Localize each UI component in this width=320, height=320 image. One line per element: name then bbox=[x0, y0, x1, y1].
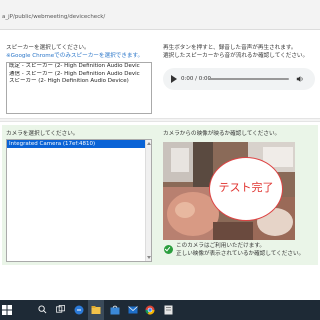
audio-time: 0:00 / 0:00 bbox=[181, 76, 212, 82]
mail-icon[interactable] bbox=[124, 300, 140, 320]
explorer-icon[interactable] bbox=[88, 300, 104, 320]
scroll-up-icon[interactable] bbox=[147, 142, 151, 145]
taskview-icon[interactable] bbox=[52, 300, 68, 320]
speaker-select[interactable]: 既定 - スピーカー (2- High Definition Audio Dev… bbox=[6, 62, 152, 114]
speaker-prompt: スピーカーを選択してください。 bbox=[6, 45, 90, 51]
edge-icon[interactable] bbox=[70, 300, 86, 320]
playback-instruction-1: 再生ボタンを押すと、録音した音声が再生されます。 bbox=[163, 45, 297, 51]
app-icon[interactable] bbox=[160, 300, 176, 320]
url-text[interactable]: a_jP/public/webmeeting/devicecheck/ bbox=[2, 14, 105, 20]
speaker-note: ※Google Chromeでのみスピーカーを選択できます。 bbox=[6, 53, 144, 59]
audio-player[interactable]: 0:00 / 0:00 bbox=[163, 68, 315, 90]
speaker-option[interactable]: 既定 - スピーカー (2- High Definition Audio Dev… bbox=[7, 63, 151, 71]
camera-preview-prompt: カメラからの映像が映るか確認してください。 bbox=[163, 131, 281, 137]
camera-ok-message: このカメラはご利用いただけます。 bbox=[176, 243, 265, 249]
test-complete-text: テスト完了 bbox=[218, 181, 274, 194]
speaker-option[interactable]: スピーカー (2- High Definition Audio Device) bbox=[7, 78, 151, 86]
playback-instruction-2: 選択したスピーカーから音が流れるか確認してください。 bbox=[163, 53, 309, 59]
camera-option-selected[interactable]: Integrated Camera (17ef:4810) bbox=[7, 140, 151, 148]
check-circle-icon bbox=[164, 245, 173, 254]
volume-icon[interactable] bbox=[296, 75, 304, 83]
audio-progress-bar[interactable] bbox=[209, 78, 289, 80]
camera-select-scrollbar[interactable] bbox=[145, 140, 151, 261]
camera-select[interactable]: Integrated Camera (17ef:4810) bbox=[6, 139, 152, 262]
taskbar bbox=[0, 300, 320, 320]
store-icon[interactable] bbox=[106, 300, 122, 320]
speaker-option[interactable]: 通信 - スピーカー (2- High Definition Audio Dev… bbox=[7, 71, 151, 79]
camera-prompt: カメラを選択してください。 bbox=[6, 131, 79, 137]
browser-address-bar[interactable]: a_jP/public/webmeeting/devicecheck/ bbox=[0, 0, 320, 30]
scroll-down-icon[interactable] bbox=[147, 256, 151, 259]
camera-ok-submessage: 正しい映像が表示されているか確認してください。 bbox=[176, 251, 305, 257]
section-divider bbox=[0, 118, 320, 122]
chrome-icon[interactable] bbox=[142, 300, 158, 320]
start-icon[interactable] bbox=[0, 300, 16, 320]
play-icon[interactable] bbox=[171, 75, 177, 83]
search-icon[interactable] bbox=[34, 300, 50, 320]
